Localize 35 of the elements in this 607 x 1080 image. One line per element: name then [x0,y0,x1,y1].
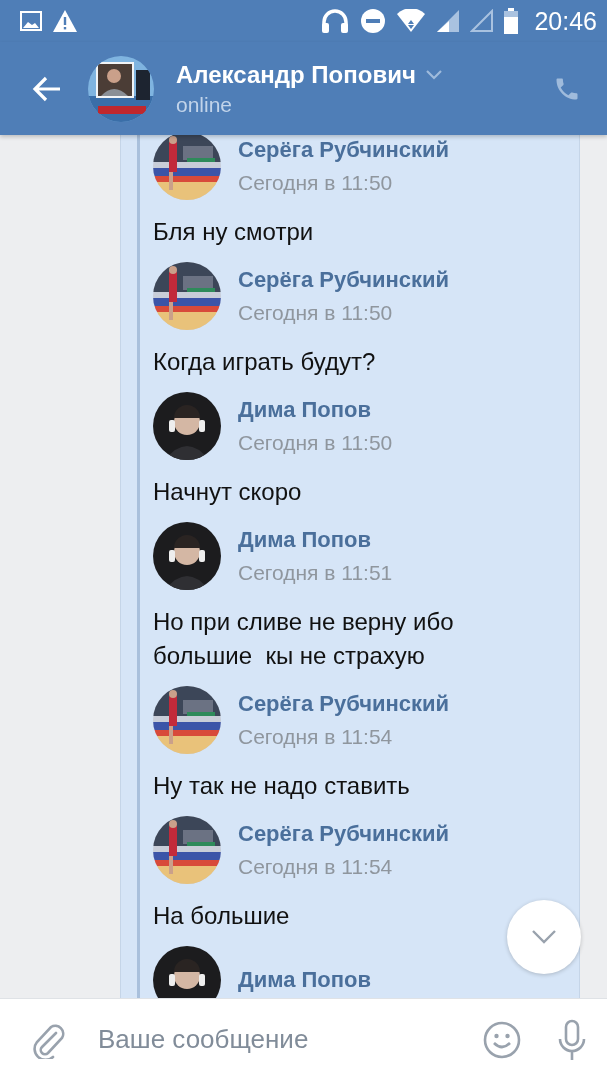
message-text: Начнут скоро [153,477,303,507]
message-time: Сегодня в 11:50 [238,431,393,455]
do-not-disturb-icon [360,8,387,34]
gallery-icon [20,11,42,31]
message-text: Бля ну смотри [153,217,315,247]
author-name[interactable]: Серёга Рубчинский [238,691,450,717]
signal-icon [436,9,461,33]
message-time: Сегодня в 11:54 [238,725,393,749]
status-time: 20:46 [534,6,597,36]
message-text: На большие [153,901,291,931]
author-name[interactable]: Дима Попов [238,397,372,423]
author-name[interactable]: Дима Попов [238,527,372,553]
author-name[interactable]: Серёга Рубчинский [238,137,450,163]
author-name[interactable]: Дима Попов [238,967,372,993]
smiley-icon [483,1020,521,1059]
contact-status: online [176,92,233,117]
chevron-down-icon[interactable] [425,69,442,80]
headphones-icon [320,8,351,34]
message-text: Когда играть будут? [153,347,377,377]
message-text: Ну так не надо ставить [153,771,411,801]
message-time: Сегодня в 11:51 [238,561,393,585]
message-text: Но при сливе не верну ибо большие кы не страхую [153,607,455,671]
signal-icon [470,9,495,33]
battery-icon [504,8,519,34]
contact-name[interactable]: Александр Попович [176,60,416,89]
warning-icon [52,9,78,33]
wifi-icon [396,9,427,33]
author-name[interactable]: Серёга Рубчинский [238,821,450,847]
message-time: Сегодня в 11:50 [238,301,393,325]
microphone-icon [557,1018,587,1061]
chevron-down-icon [531,929,557,945]
message-time: Сегодня в 11:50 [238,171,393,195]
message-time: Сегодня в 11:54 [238,855,393,879]
back-arrow-icon [32,75,62,102]
author-name[interactable]: Серёга Рубчинский [238,267,450,293]
